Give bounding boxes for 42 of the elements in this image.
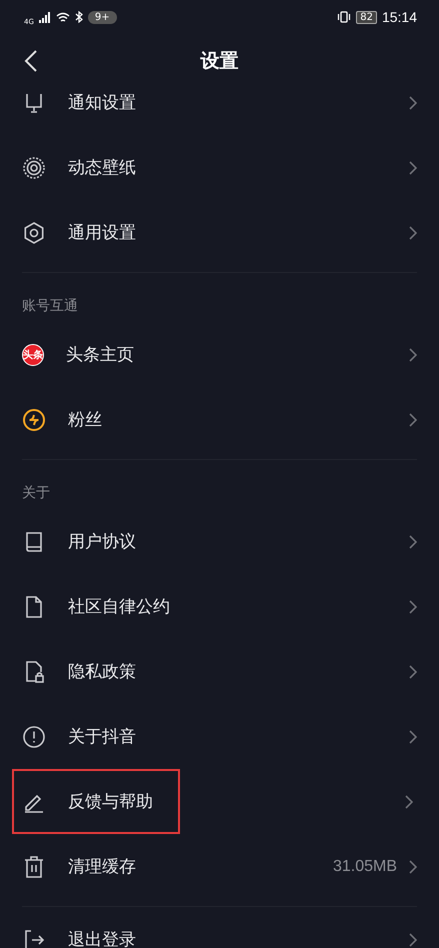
section-title: 账号互通 [22, 298, 78, 314]
chevron-icon [409, 664, 417, 678]
settings-item[interactable]: 通知设置 [68, 91, 136, 114]
page-title: 设置 [200, 48, 238, 74]
section-title: 关于 [22, 485, 50, 501]
cache-size: 31.05MB [332, 858, 397, 876]
settings-item[interactable]: 用户协议 [68, 530, 136, 553]
logo-icon: 头条 [22, 344, 44, 366]
chevron-icon [409, 600, 417, 614]
settings-item[interactable]: 粉丝 [68, 408, 102, 431]
chevron-icon [409, 226, 417, 240]
chevron-icon [405, 794, 413, 808]
settings-item[interactable]: 反馈与帮助 [68, 790, 153, 813]
settings-item[interactable]: 通用设置 [68, 221, 136, 244]
settings-icon [22, 220, 46, 244]
wifi-icon [56, 12, 70, 22]
back-icon[interactable] [24, 49, 38, 73]
chevron-icon [409, 932, 417, 946]
notification-badge: 9+ [88, 10, 117, 24]
chevron-icon [409, 412, 417, 426]
signal-icon [38, 12, 51, 22]
settings-item[interactable]: 动态壁纸 [68, 156, 136, 179]
settings-item[interactable]: 退出登录 [68, 928, 136, 948]
settings-item[interactable]: 关于抖音 [68, 725, 136, 748]
settings-item[interactable]: 头条主页 [66, 343, 134, 366]
bluetooth-icon [74, 11, 83, 23]
chevron-icon [409, 730, 417, 744]
trash-icon [22, 854, 46, 878]
settings-item[interactable]: 清理缓存 [68, 855, 136, 878]
logout-icon [22, 928, 46, 948]
chevron-icon [409, 160, 417, 174]
clock: 15:14 [382, 9, 417, 25]
settings-item[interactable]: 隐私政策 [68, 660, 136, 683]
alert-icon [22, 724, 46, 748]
settings-item[interactable]: 社区自律公约 [68, 595, 170, 618]
chevron-icon [409, 348, 417, 362]
target-icon [22, 156, 46, 180]
chevron-icon [409, 534, 417, 548]
chevron-icon [409, 96, 417, 110]
battery-icon: 82 [356, 10, 377, 24]
vibrate-icon [337, 11, 352, 23]
chevron-icon [409, 860, 417, 874]
